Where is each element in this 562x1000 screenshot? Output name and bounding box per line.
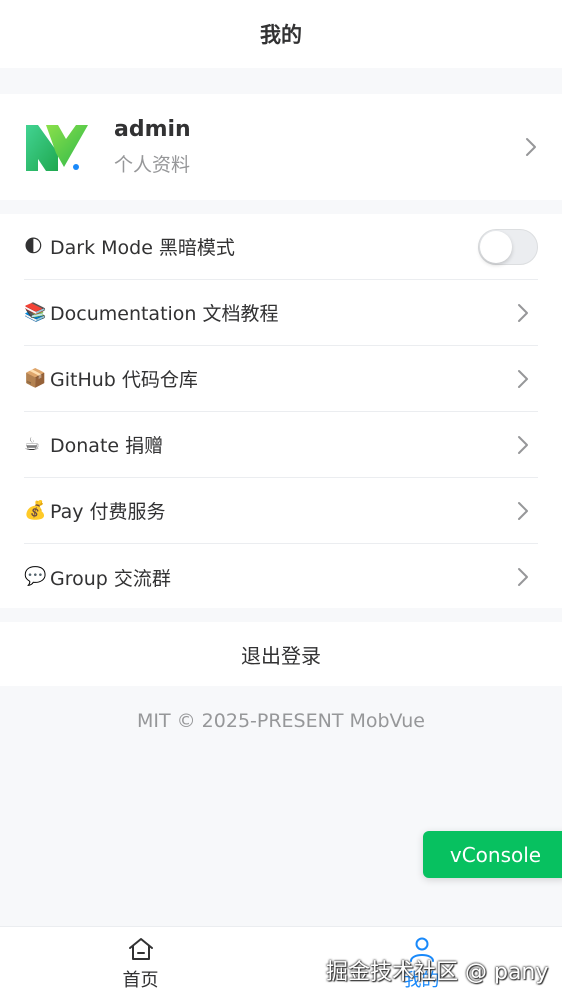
chevron-right-icon [516,302,530,324]
chevron-right-icon [524,136,538,158]
package-icon: 📦 [24,367,47,389]
moon-icon: 🌓 [24,235,43,257]
coffee-icon: ☕ [24,433,41,455]
menu-item-label: Donate 捐赠 [50,435,164,457]
username: admin [114,117,191,142]
vconsole-button[interactable]: vConsole [423,831,562,878]
menu-item-label: GitHub 代码仓库 [50,369,198,391]
logout-button[interactable]: 退出登录 [0,622,562,686]
mobvue-logo-icon [26,125,88,171]
chevron-right-icon [516,434,530,456]
dark-mode-switch[interactable] [478,228,538,265]
menu-item-group[interactable]: 💬 Group 交流群 [24,544,538,610]
navbar: 我的 [0,0,562,68]
menu-item-github[interactable]: 📦 GitHub 代码仓库 [24,346,538,412]
chevron-right-icon [516,368,530,390]
tab-label: 首页 [122,969,159,991]
menu-item-dark-mode[interactable]: 🌓 Dark Mode 黑暗模式 [24,214,538,280]
tab-home[interactable]: 首页 [0,927,281,1000]
home-icon [128,937,153,960]
copyright-footer: MIT © 2025-PRESENT MobVue [137,710,425,732]
menu-item-label: Pay 付费服务 [50,501,166,523]
profile-card[interactable]: admin 个人资料 [0,94,562,200]
profile-info: admin 个人资料 [114,117,524,177]
page-title: 我的 [260,23,302,47]
menu-item-donate[interactable]: ☕ Donate 捐赠 [24,412,538,478]
money-bag-icon: 💰 [24,499,47,521]
settings-menu: 🌓 Dark Mode 黑暗模式 📚 Documentation 文档教程 📦 … [0,214,562,608]
switch-knob [480,230,512,263]
speech-bubble-icon: 💬 [24,566,47,587]
watermark: 掘金技术社区 @ pany [326,960,549,985]
books-icon: 📚 [24,301,47,323]
menu-item-label: Dark Mode 黑暗模式 [50,237,235,259]
menu-item-label: Documentation 文档教程 [50,303,279,325]
chevron-right-icon [516,566,530,588]
menu-item-label: Group 交流群 [50,567,171,590]
profile-subtitle: 个人资料 [114,154,191,176]
chevron-right-icon [516,500,530,522]
menu-item-pay[interactable]: 💰 Pay 付费服务 [24,478,538,544]
menu-item-documentation[interactable]: 📚 Documentation 文档教程 [24,280,538,346]
